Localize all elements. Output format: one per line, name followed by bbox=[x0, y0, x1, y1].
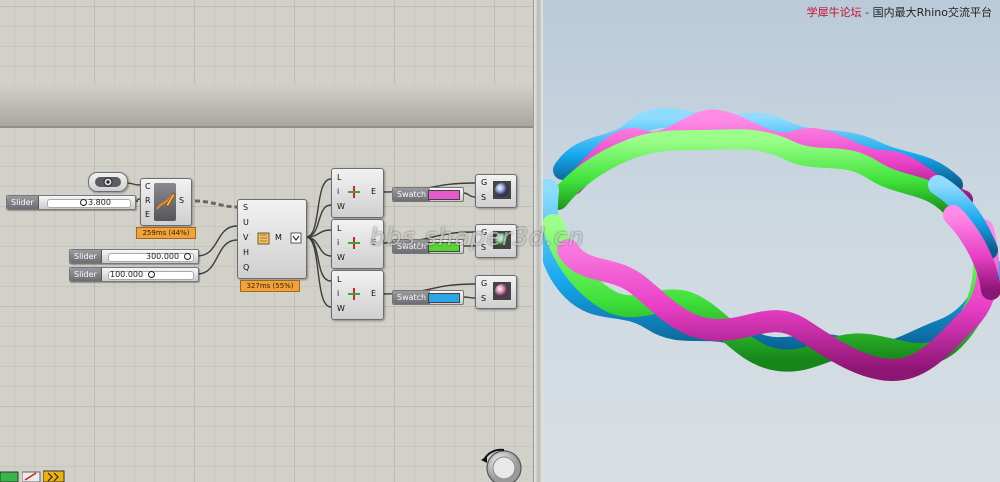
pipe-input-w: W bbox=[337, 202, 345, 211]
toolbar-icon-left[interactable] bbox=[0, 470, 20, 482]
pipe-input-l: L bbox=[337, 224, 342, 233]
wire-pipe2-w bbox=[305, 236, 332, 257]
preview-component-1[interactable]: G S bbox=[475, 174, 517, 208]
preview-input-s: S bbox=[481, 193, 487, 202]
title-separator: - bbox=[865, 6, 870, 19]
pipe-input-w: W bbox=[337, 253, 345, 262]
pipe-output-e: E bbox=[371, 289, 377, 298]
rhino-viewport[interactable]: 学犀牛论坛 - 国内最大Rhino交流平台 bbox=[543, 0, 1000, 482]
pipe-input-l: L bbox=[337, 275, 342, 284]
wire-swatch1-preview bbox=[462, 192, 476, 198]
surface-icon bbox=[257, 232, 270, 245]
slider-label: Slider bbox=[7, 196, 39, 209]
pipe-component-1[interactable]: L i W E bbox=[331, 168, 384, 218]
swatch-label: Swatch bbox=[393, 188, 431, 201]
curve-input-c: C bbox=[145, 182, 151, 191]
curve-input-e: E bbox=[145, 210, 151, 219]
slider-knob[interactable] bbox=[148, 271, 155, 278]
toggle-component[interactable] bbox=[88, 172, 128, 192]
toolbar-icon[interactable] bbox=[22, 470, 42, 482]
navigation-wheel-icon[interactable] bbox=[478, 446, 524, 482]
pipe-icon bbox=[348, 186, 360, 198]
curve-component[interactable]: C R E S bbox=[140, 178, 192, 226]
slider-value: 3.800 bbox=[88, 198, 111, 207]
canvas-toolbar bbox=[0, 470, 70, 482]
pipe-input-i: i bbox=[337, 289, 340, 298]
swatch-color[interactable] bbox=[428, 293, 460, 303]
graft-down-icon bbox=[290, 232, 302, 244]
surface-output-m: M bbox=[275, 233, 282, 242]
slider-label: Slider bbox=[70, 268, 102, 281]
preview-input-g: G bbox=[481, 178, 488, 187]
site-title-cn: 学犀牛论坛 bbox=[806, 6, 862, 19]
shaded-sphere-icon bbox=[493, 181, 511, 199]
slider-value: 300.000 bbox=[146, 252, 180, 261]
pipe-input-w: W bbox=[337, 304, 345, 313]
pipe-output-e: E bbox=[371, 187, 377, 196]
preview-input-g: G bbox=[481, 279, 488, 288]
watermark: bbs.shaper3d.cn bbox=[370, 223, 585, 251]
surface-input-s: S bbox=[243, 203, 249, 212]
preview-input-s: S bbox=[481, 294, 487, 303]
pipe-input-l: L bbox=[337, 173, 342, 182]
surface-timer: 327ms (55%) bbox=[240, 280, 300, 292]
swatch-magenta[interactable]: Swatch bbox=[392, 187, 464, 202]
surface-component[interactable]: S U V H Q M bbox=[237, 199, 307, 279]
pipe-input-i: i bbox=[337, 187, 340, 196]
slider-knob[interactable] bbox=[184, 253, 191, 260]
pipe-icon bbox=[348, 288, 360, 300]
slider-knob[interactable] bbox=[80, 199, 87, 206]
shaded-sphere-icon bbox=[493, 282, 511, 300]
curve-center bbox=[154, 183, 176, 221]
preview-component-3[interactable]: G S bbox=[475, 275, 517, 309]
slider-label: Slider bbox=[70, 250, 102, 263]
wire-swatch3-preview bbox=[462, 296, 476, 299]
slider-u-count[interactable]: Slider 300.000 bbox=[69, 249, 199, 264]
surface-input-q: Q bbox=[243, 263, 250, 272]
site-title: 学犀牛论坛 - 国内最大Rhino交流平台 bbox=[807, 4, 992, 20]
pipe-icon bbox=[348, 237, 360, 249]
wire-slider3-surface bbox=[196, 239, 238, 275]
surface-input-h: H bbox=[243, 248, 250, 257]
slider-radius[interactable]: Slider 3.800 bbox=[6, 195, 136, 210]
swatch-cyan[interactable]: Swatch bbox=[392, 290, 464, 305]
pipe-input-i: i bbox=[337, 238, 340, 247]
swatch-label: Swatch bbox=[393, 291, 431, 304]
braided-torus-render bbox=[543, 108, 1000, 382]
site-subtitle: 国内最大Rhino交流平台 bbox=[872, 6, 992, 19]
surface-input-u: U bbox=[243, 218, 249, 227]
swatch-color[interactable] bbox=[428, 190, 460, 200]
wire-toggle-curve bbox=[125, 182, 141, 186]
pencil-curve-icon bbox=[156, 192, 176, 210]
pipe-component-3[interactable]: L i W E bbox=[331, 270, 384, 320]
slider-v-count[interactable]: Slider 100.000 bbox=[69, 267, 199, 282]
curve-output-s: S bbox=[179, 196, 185, 205]
eye-toggle-icon bbox=[95, 177, 121, 187]
toolbar-icon-active[interactable] bbox=[43, 470, 65, 482]
wire-surface-pipe1 bbox=[305, 178, 332, 238]
slider-value: 100.000 bbox=[110, 270, 144, 279]
curve-input-r: R bbox=[145, 196, 151, 205]
curve-timer: 259ms (44%) bbox=[136, 227, 196, 239]
wire-curve-surface bbox=[194, 199, 238, 209]
wire-pipe3-w bbox=[305, 236, 332, 308]
surface-input-v: V bbox=[243, 233, 249, 242]
